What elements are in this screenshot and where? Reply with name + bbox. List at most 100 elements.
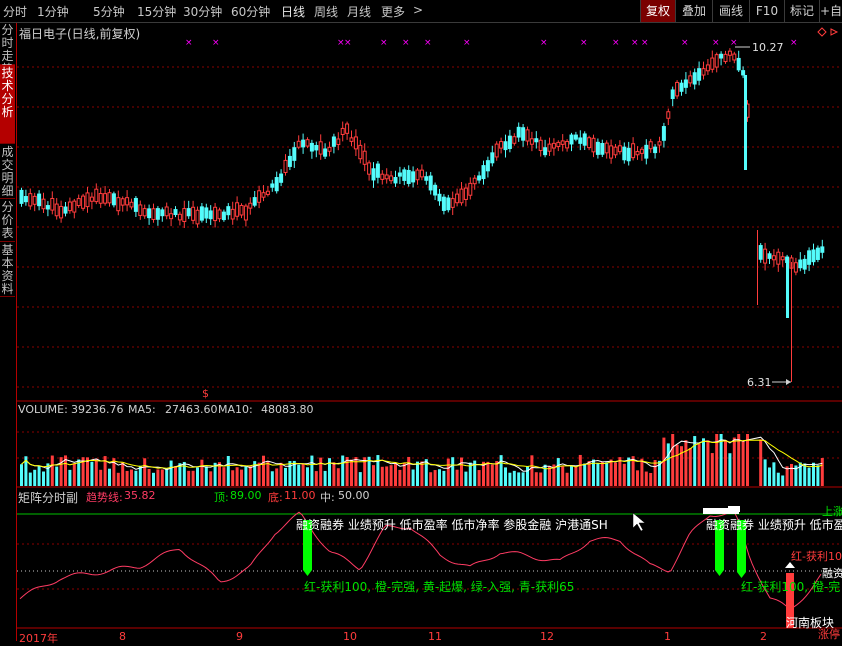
candle-body — [613, 146, 618, 156]
volume-bar — [587, 461, 591, 486]
candle-body — [758, 245, 763, 260]
candle-body — [19, 189, 24, 204]
candle-body — [63, 206, 68, 214]
volume-bar — [134, 470, 138, 486]
volume-bar — [512, 470, 516, 486]
candle-body — [512, 136, 517, 144]
candle-body — [41, 198, 46, 210]
chart-area[interactable]: × × × × × × × × × × × × × × × × × 10.27 6.31 — [0, 0, 842, 641]
candle-body — [327, 146, 332, 152]
candle-body — [402, 169, 407, 181]
volume-bar — [504, 467, 507, 486]
volume-bar — [204, 466, 208, 486]
candle-body — [727, 50, 732, 56]
volume-bar — [816, 465, 820, 486]
candle-body — [419, 169, 424, 178]
volume-bar — [358, 472, 362, 486]
candle-body — [617, 145, 622, 153]
candle-body — [208, 210, 213, 220]
candle-body — [182, 208, 187, 223]
signal-cap — [728, 506, 740, 512]
volume-bar — [288, 461, 292, 486]
volume-bar — [781, 475, 785, 486]
volume-bar — [196, 467, 199, 486]
candle-body — [125, 197, 130, 206]
candle-body — [472, 177, 477, 185]
candle-body — [204, 207, 209, 219]
volume-bar — [605, 462, 609, 486]
high-price-label: 10.27 — [752, 41, 784, 54]
volume-bar — [191, 470, 195, 486]
volume-bar — [697, 443, 701, 486]
mid-label: 中: — [320, 491, 335, 504]
candle-body — [679, 82, 684, 92]
candle-body — [133, 197, 138, 212]
candle-body — [195, 209, 200, 225]
candle-body — [331, 136, 336, 147]
candle-body — [798, 259, 803, 269]
candle-body — [477, 175, 482, 181]
volume-bar — [376, 455, 380, 486]
candle-body — [573, 134, 578, 140]
volume-bar — [28, 472, 32, 486]
candle-body — [362, 150, 367, 165]
volume-bar — [446, 458, 450, 486]
x-axis-label: 10 — [343, 630, 357, 643]
candle-body — [565, 140, 570, 149]
candle-body — [499, 141, 504, 149]
candle-body — [345, 123, 350, 134]
volume-bar — [526, 466, 529, 486]
volume-bar — [517, 472, 521, 486]
diamond-icon — [817, 27, 827, 37]
top-value: 89.00 — [230, 489, 262, 502]
volume-bar — [147, 469, 151, 486]
candle-body — [688, 75, 693, 84]
volume-bar — [68, 469, 72, 486]
candle-body — [622, 146, 627, 161]
signal-marker: × — [380, 38, 388, 48]
volume-bar — [240, 469, 243, 486]
candle-body — [98, 193, 103, 204]
signal-legend-1: 红-获利100, 橙-完强, 黄-起爆, 绿-入强, 青-获利65 — [304, 580, 575, 594]
volume-bar — [464, 471, 468, 486]
candle-body — [657, 141, 662, 146]
volume-bar — [570, 465, 573, 486]
candle-body — [261, 192, 266, 198]
candle-body — [424, 176, 429, 181]
candle-body — [503, 141, 508, 151]
candle-body — [441, 196, 446, 211]
candle-body — [340, 127, 345, 136]
volume-bar — [534, 472, 538, 486]
candle-body — [609, 145, 614, 159]
candle-body — [103, 193, 108, 204]
candle-body — [710, 57, 715, 70]
candle-body — [252, 197, 257, 206]
candle-body — [89, 196, 94, 202]
candle-body — [648, 141, 653, 150]
volume-bar — [257, 462, 261, 486]
candle-body — [468, 182, 473, 196]
volume-bar — [442, 470, 446, 486]
volume-bar — [319, 457, 323, 486]
volume-bar — [297, 464, 301, 486]
volume-bar — [20, 464, 23, 486]
volume-bar — [411, 469, 415, 486]
candle-body — [653, 146, 658, 154]
candle-body — [543, 147, 548, 156]
candle-body — [375, 163, 380, 178]
volume-bar — [314, 471, 318, 486]
volume-bar — [284, 467, 287, 486]
volume-bar — [702, 438, 705, 486]
candle-body — [697, 68, 702, 81]
volume-bar — [565, 472, 569, 486]
bottom-label: 底: — [268, 491, 283, 504]
arrow-down-icon — [715, 570, 724, 576]
candle-body — [723, 53, 728, 63]
candle-body — [349, 137, 354, 142]
x-axis-label: 11 — [428, 630, 442, 643]
candle-body — [741, 70, 746, 76]
volume-bar — [138, 465, 142, 486]
candle-body — [50, 197, 55, 211]
volume-bar — [684, 440, 688, 486]
candle-body — [292, 147, 297, 161]
